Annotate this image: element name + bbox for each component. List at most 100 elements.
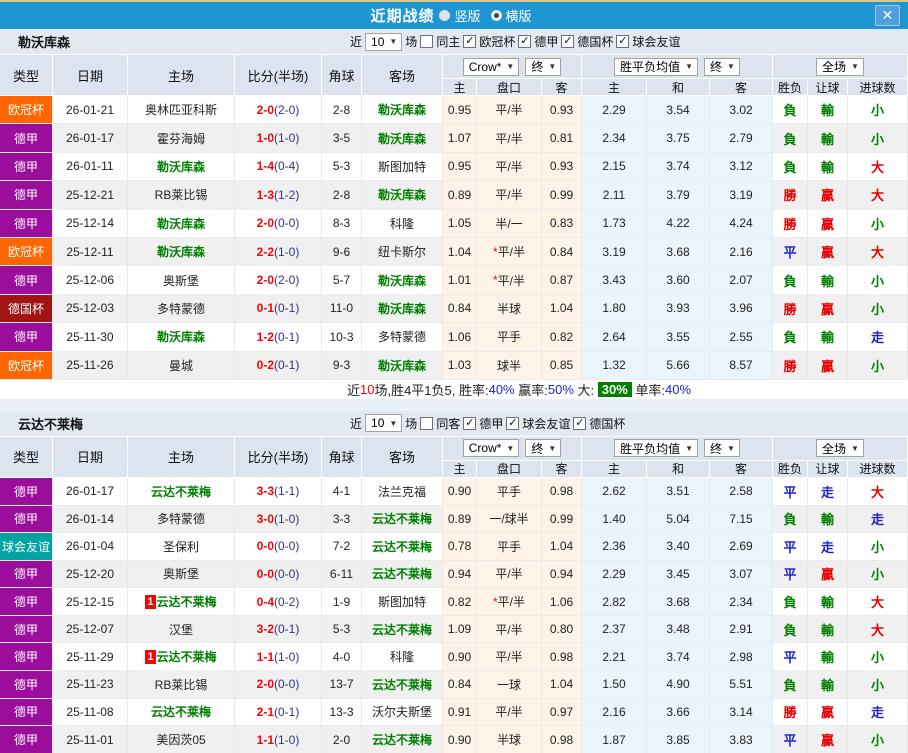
goals-cell: 大 xyxy=(848,588,908,615)
crow-away-odds: 1.04 xyxy=(542,671,582,698)
crow-away-odds: 0.84 xyxy=(542,237,582,266)
away-team: 法兰克福 xyxy=(377,484,426,499)
result-char: 負 xyxy=(783,330,797,346)
avg-away-odds: 8.57 xyxy=(710,351,773,379)
halftime-score: (1-0) xyxy=(274,732,300,747)
league-checkbox[interactable]: ✓ xyxy=(616,35,630,48)
corner-score: 13-7 xyxy=(322,671,362,698)
avg-draw-odds: 3.85 xyxy=(647,726,710,753)
same-venue-checkbox[interactable] xyxy=(420,35,434,48)
match-score: 2-0 (2-0) xyxy=(235,96,322,124)
radio-label: 竖版 xyxy=(454,9,481,24)
final-odds-select[interactable]: 终 ▼ xyxy=(525,439,562,458)
crow-away-odds: 1.04 xyxy=(542,533,582,560)
layout-radio[interactable] xyxy=(490,10,502,21)
summary-segment: 50% xyxy=(547,381,574,397)
league-label: 欧冠杯 xyxy=(479,35,516,49)
final-odds-select[interactable]: 终 ▼ xyxy=(704,57,740,76)
match-count-select[interactable]: 10 ▼ xyxy=(365,32,403,51)
league-label: 德甲 xyxy=(479,416,504,431)
crow-home-odds: 0.89 xyxy=(443,505,477,533)
handicap-text: 半/一 xyxy=(495,216,523,231)
away-team: 勒沃库森 xyxy=(377,103,426,118)
crow-home-odds: 0.95 xyxy=(443,152,477,181)
avg-odds-select[interactable]: 胜平负均值 ▼ xyxy=(614,439,698,458)
home-team-cell: 霍芬海姆 xyxy=(128,124,235,152)
corner-score: 2-0 xyxy=(322,726,362,753)
near-label: 近 xyxy=(350,416,363,431)
avg-draw-odds: 3.75 xyxy=(647,124,710,152)
handicap-text: 平/半 xyxy=(497,595,525,610)
layout-radio[interactable] xyxy=(439,10,451,21)
handicap-result-cell: 輸 xyxy=(808,505,848,533)
league-badge: 德甲 xyxy=(0,477,53,505)
league-checkbox[interactable]: ✓ xyxy=(463,35,477,48)
result-cell: 平 xyxy=(773,533,808,560)
home-team: 奥斯堡 xyxy=(162,273,199,288)
fullmatch-select[interactable]: 全场 ▼ xyxy=(816,57,864,76)
filter-bar: 近 10 ▼ 场同客 ✓ 德甲 ✓ 球会友谊 ✓ 德国杯 xyxy=(350,414,625,433)
avg-away-odds: 3.19 xyxy=(710,181,773,209)
corner-score: 9-6 xyxy=(322,237,362,266)
match-row: 德甲 25-12-21 RB莱比锡 1-3 (1-2) 2-8 勒沃库森 0.89 平/半 0.9… xyxy=(0,181,908,210)
league-checkbox[interactable]: ✓ xyxy=(506,416,520,430)
crow-company-select[interactable]: Crow* ▼ xyxy=(462,439,520,458)
league-checkbox[interactable]: ✓ xyxy=(518,35,532,48)
team-name: 云达不莱梅 xyxy=(18,416,84,432)
league-checkbox[interactable]: ✓ xyxy=(463,416,477,430)
home-team-cell: 奥斯堡 xyxy=(128,560,235,588)
crow-away-odds: 0.97 xyxy=(542,698,582,726)
avg-odds-select[interactable]: 胜平负均值 ▼ xyxy=(614,57,698,76)
match-row: 德甲 26-01-17 云达不莱梅 3-3 (1-1) 4-1 法兰克福 0.90 平手 0.98… xyxy=(0,477,908,506)
home-team: RB莱比锡 xyxy=(154,677,208,692)
sub-column-header: 胜负 xyxy=(773,460,808,478)
summary-segment: 近 xyxy=(346,382,360,398)
result-char: 輸 xyxy=(820,273,834,289)
avg-home-odds: 2.36 xyxy=(582,533,647,560)
final-odds-select[interactable]: 终 ▼ xyxy=(525,57,562,76)
column-header: 类型 xyxy=(0,436,53,478)
match-count-select[interactable]: 10 ▼ xyxy=(365,414,403,433)
rank-badge: 1 xyxy=(145,649,156,664)
result-char: 勝 xyxy=(783,705,797,721)
result-char: 平 xyxy=(783,733,797,749)
chevron-down-icon: ▼ xyxy=(727,62,735,71)
match-date: 26-01-14 xyxy=(53,505,128,533)
home-team: 曼城 xyxy=(168,358,193,373)
fullmatch-dropdown-group: 全场 ▼ xyxy=(773,436,908,461)
fulltime-score: 1-2 xyxy=(256,329,274,344)
fulltime-score: 0-1 xyxy=(256,301,274,316)
crow-dropdown-group: Crow* ▼ 终 ▼ xyxy=(443,436,582,461)
goals-cell: 小 xyxy=(848,726,908,753)
crow-company-select[interactable]: Crow* ▼ xyxy=(462,57,520,76)
handicap-text: 平/半 xyxy=(495,159,523,174)
crow-dropdown-group: Crow* ▼ 终 ▼ xyxy=(443,55,582,79)
avg-home-odds: 1.73 xyxy=(582,209,647,237)
result-char: 負 xyxy=(783,273,797,289)
handicap-text: 平手 xyxy=(496,539,521,554)
avg-home-odds: 2.15 xyxy=(582,152,647,181)
fullmatch-select[interactable]: 全场 ▼ xyxy=(816,439,864,458)
match-row: 德甲 25-11-08 云达不莱梅 2-1 (0-1) 13-3 沃尔夫斯堡 0.91 平/半 0… xyxy=(0,698,908,727)
halftime-score: (1-0) xyxy=(274,649,300,664)
match-score: 1-3 (1-2) xyxy=(235,181,322,209)
league-badge: 德甲 xyxy=(0,698,53,726)
handicap-result-cell: 輸 xyxy=(808,124,848,152)
goals-cell: 小 xyxy=(848,96,908,124)
handicap-text: 平/半 xyxy=(495,650,523,665)
fulltime-score: 0-0 xyxy=(256,566,274,581)
crow-home-odds: 0.90 xyxy=(443,477,477,505)
avg-away-odds: 4.24 xyxy=(710,209,773,237)
same-venue-checkbox[interactable] xyxy=(420,416,434,430)
handicap-text: 平/半 xyxy=(495,131,523,146)
close-button[interactable]: ✕ xyxy=(875,5,900,26)
handicap: 平/半 xyxy=(477,615,542,643)
match-score: 3-2 (0-1) xyxy=(235,615,322,643)
final-odds-select[interactable]: 终 ▼ xyxy=(704,439,740,458)
handicap: 平/半 xyxy=(477,124,542,152)
result-char: 贏 xyxy=(820,567,834,583)
result-char: 平 xyxy=(783,484,797,500)
league-checkbox[interactable]: ✓ xyxy=(573,416,587,430)
crow-away-odds: 1.06 xyxy=(542,588,582,615)
league-checkbox[interactable]: ✓ xyxy=(561,35,575,48)
